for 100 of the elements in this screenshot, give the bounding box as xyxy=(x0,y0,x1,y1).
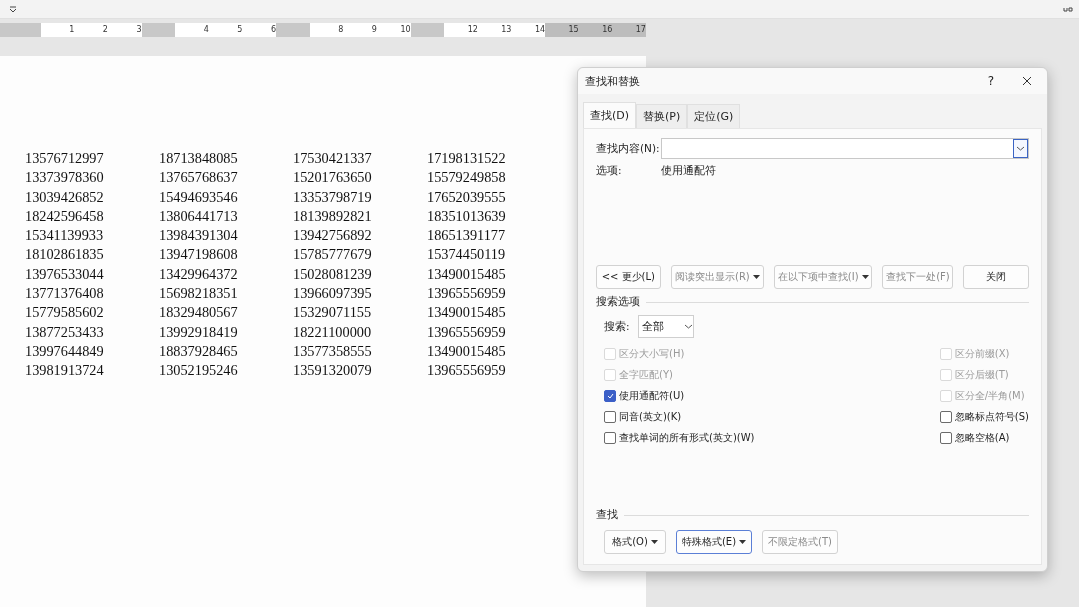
dialog-button[interactable]: 关闭 xyxy=(963,265,1029,289)
phone-number: 17198131522 xyxy=(427,149,507,168)
phone-number: 13806441713 xyxy=(159,206,239,226)
phone-number: 15341139933 xyxy=(25,226,105,246)
ruler-number: 14 xyxy=(534,26,546,34)
phone-number: 17652039555 xyxy=(427,187,507,207)
ruler-number: 9 xyxy=(371,26,377,34)
checkbox[interactable] xyxy=(939,411,952,423)
checkbox-label: 忽略空格(A) xyxy=(954,431,1010,445)
checkbox-label: 区分后缀(T) xyxy=(954,368,1009,382)
ruler-number: 6 xyxy=(270,26,277,34)
checkbox-label: 忽略标点符号(S) xyxy=(954,410,1029,424)
phone-number: 18221100000 xyxy=(293,322,373,342)
ruler-number: 4 xyxy=(203,26,209,34)
checkbox[interactable] xyxy=(939,432,952,444)
phone-number: 15779585602 xyxy=(25,303,105,323)
search-scope-select[interactable]: 全部 xyxy=(638,315,694,338)
phone-number: 15698218351 xyxy=(159,284,239,304)
phone-number: 13490015485 xyxy=(427,303,507,323)
phone-number: 13965556959 xyxy=(427,284,507,304)
checkbox-label: 查找单词的所有形式(英文)(W) xyxy=(619,431,755,445)
chevron-down-icon xyxy=(684,324,693,329)
phone-number: 18102861835 xyxy=(25,245,105,265)
phone-number: 13052195246 xyxy=(159,361,239,381)
chevron-down-icon xyxy=(1016,146,1025,151)
checkbox[interactable] xyxy=(604,411,616,423)
checkbox[interactable] xyxy=(604,390,616,402)
ruler-number: 13 xyxy=(501,26,512,34)
phone-number: 15329071155 xyxy=(293,303,373,323)
dialog-title: 查找和替换 xyxy=(585,73,641,89)
ruler-number: 16 xyxy=(602,26,613,34)
ruler-number: 2 xyxy=(102,26,108,34)
ruler-number: 5 xyxy=(237,26,243,34)
dialog-button[interactable]: << 更少(L) xyxy=(596,265,661,289)
find-input-field[interactable] xyxy=(661,138,1029,159)
help-button[interactable]: ? xyxy=(978,74,1004,88)
phone-number: 13965556959 xyxy=(427,322,507,342)
phone-number: 13373978360 xyxy=(25,168,105,188)
phone-number: 15579249858 xyxy=(427,168,507,188)
tab[interactable]: 定位(G) xyxy=(687,104,741,128)
format-button[interactable]: 特殊格式(E) xyxy=(676,530,752,554)
tab[interactable]: 替换(P) xyxy=(636,104,688,128)
checkbox[interactable] xyxy=(604,432,616,444)
phone-number: 13039426852 xyxy=(25,187,105,207)
phone-number: 13771376408 xyxy=(25,284,105,304)
search-label: 搜索: xyxy=(604,319,631,334)
phone-number: 18242596458 xyxy=(25,206,105,226)
phone-number: 13976533044 xyxy=(25,264,105,284)
field-label: 查找内容(N): xyxy=(596,141,661,156)
phone-number: 13947198608 xyxy=(159,245,239,265)
phone-number: 17530421337 xyxy=(293,149,373,168)
phone-number: 13429964372 xyxy=(159,264,239,284)
options-label: 选项: xyxy=(596,164,623,178)
phone-number: 15201763650 xyxy=(293,168,373,188)
checkbox-label: 区分前缀(X) xyxy=(954,347,1010,361)
phone-number: 13490015485 xyxy=(427,341,507,361)
phone-number: 13490015485 xyxy=(427,264,507,284)
ruler-number: 10 xyxy=(400,26,411,34)
options-value: 使用通配符 xyxy=(661,164,716,178)
phone-number: 13992918419 xyxy=(159,322,239,342)
phone-number: 15374450119 xyxy=(427,245,507,265)
phone-number: 18651391177 xyxy=(427,226,507,246)
phone-number: 18713848085 xyxy=(159,149,239,168)
phone-number: 18837928465 xyxy=(159,341,239,361)
section-title: 查找 xyxy=(596,508,618,522)
checkbox-label: 同音(英文)(K) xyxy=(619,410,682,424)
phone-number: 13981913724 xyxy=(25,361,105,381)
ruler-number: 1 xyxy=(69,26,75,34)
phone-number: 13591320079 xyxy=(293,361,373,381)
phone-number: 13997644849 xyxy=(25,341,105,361)
phone-number: 15785777679 xyxy=(293,245,373,265)
checkbox-label: 区分全/半角(M) xyxy=(954,389,1025,403)
checkbox-label: 全字匹配(Y) xyxy=(619,368,673,382)
section-title: 搜索选项 xyxy=(596,295,640,309)
phone-number: 15028081239 xyxy=(293,264,373,284)
checkbox-label: 区分大小写(H) xyxy=(619,347,685,361)
format-button[interactable]: 格式(O) xyxy=(604,530,666,554)
phone-number: 13765768637 xyxy=(159,168,239,188)
phone-number: 13577358555 xyxy=(293,341,373,361)
phone-number: 18351013639 xyxy=(427,206,507,226)
ruler-number: 8 xyxy=(338,26,344,34)
phone-number: 13353798719 xyxy=(293,187,373,207)
phone-number: 13942756892 xyxy=(293,226,373,246)
ruler-number: 3 xyxy=(136,26,142,34)
phone-number: 13965556959 xyxy=(427,361,507,381)
phone-number: 18329480567 xyxy=(159,303,239,323)
phone-number: 13984391304 xyxy=(159,226,239,246)
phone-number: 13576712997 xyxy=(25,149,105,168)
phone-number: 13966097395 xyxy=(293,284,373,304)
ruler-number: 17 xyxy=(635,26,646,34)
checkbox-label: 使用通配符(U) xyxy=(619,389,685,403)
ruler-number: 12 xyxy=(467,26,478,34)
phone-number: 15494693546 xyxy=(159,187,239,207)
phone-number: 13877253433 xyxy=(25,322,105,342)
phone-number: 18139892821 xyxy=(293,206,373,226)
ruler-number: 15 xyxy=(568,26,579,34)
check-icon xyxy=(606,393,614,399)
close-icon xyxy=(1022,76,1032,86)
tab[interactable]: 查找(D) xyxy=(583,102,637,128)
quick-access-dropdown-icon[interactable] xyxy=(9,5,17,13)
